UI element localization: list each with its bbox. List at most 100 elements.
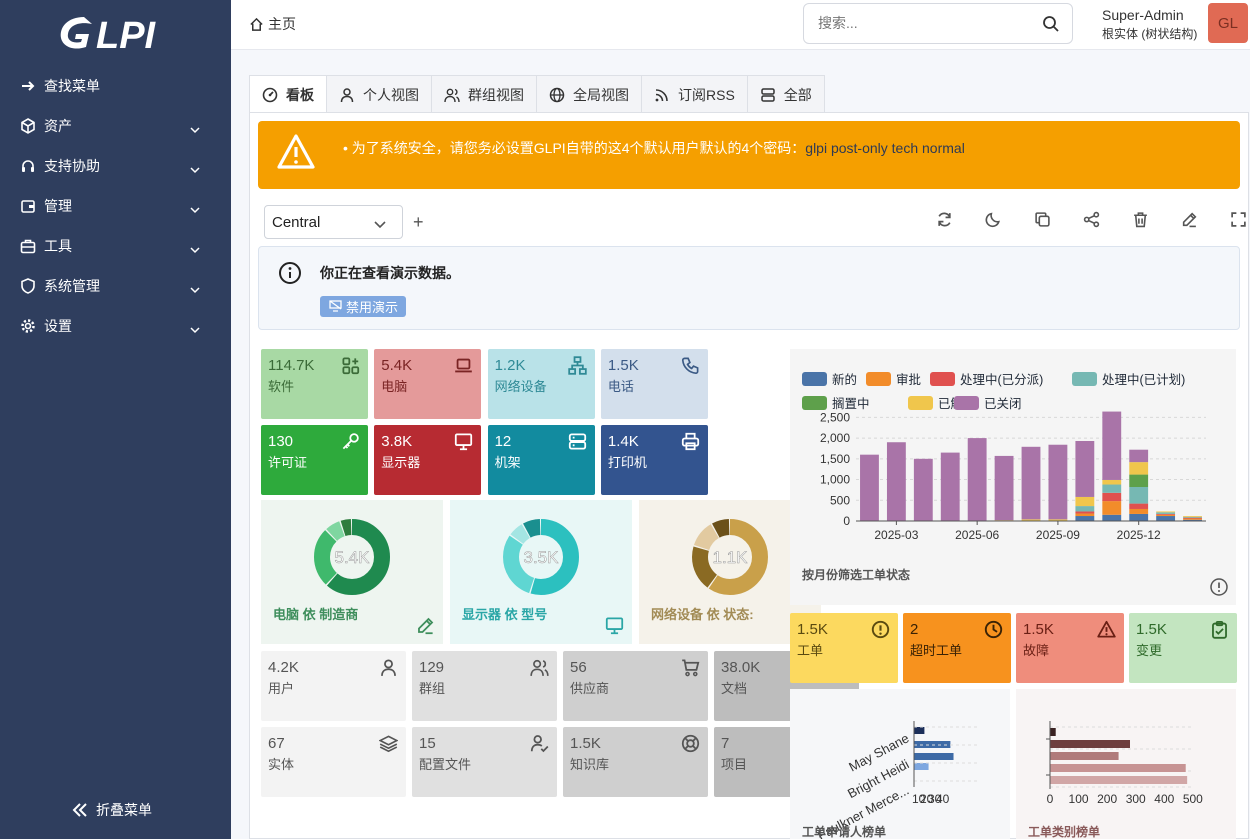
tab-6[interactable]: 全部 [746,75,825,113]
tab-3[interactable]: 群组视图 [431,75,537,113]
bar-segment[interactable] [1021,446,1041,520]
bar-segment[interactable] [1156,511,1176,513]
bar-segment[interactable] [1102,484,1122,493]
stat-card[interactable]: 12 机架 [487,424,595,495]
sidebar-item-2[interactable]: 资产 [0,106,231,146]
stat-card[interactable]: 1.5K 变更 [1129,613,1237,683]
add-dashboard-button[interactable]: + [413,212,424,233]
stat-card[interactable]: 1.5K 工单 [790,613,898,683]
share-button[interactable] [1067,211,1116,231]
bar-segment[interactable] [1183,516,1202,517]
bar-segment[interactable] [1183,516,1202,518]
bar-segment[interactable] [1129,449,1149,463]
bar-segment[interactable] [1048,444,1068,520]
bar-segment[interactable] [886,442,906,521]
tab-1[interactable]: 看板 [249,75,327,113]
bar-segment[interactable] [940,452,960,521]
bar-segment[interactable] [913,458,933,521]
bar-segment[interactable] [1129,503,1149,509]
entity-selector[interactable]: 根实体 (树状结构) [1102,25,1197,42]
bar-segment[interactable] [1156,514,1176,517]
tab-4[interactable]: 全局视图 [536,75,642,113]
donut-card[interactable]: 3.5K 显示器 依 型号 [450,500,632,644]
stat-card[interactable]: 130 许可证 [261,424,368,495]
bar-segment[interactable] [1156,512,1176,514]
stat-card[interactable]: 5.4K 电脑 [374,349,482,419]
collapse-menu-button[interactable]: 折叠菜单 [72,800,152,820]
stat-card[interactable]: 67 实体 [261,726,406,797]
hbar[interactable] [1050,776,1188,784]
hbar[interactable] [914,753,954,760]
moon-button[interactable] [969,211,1018,231]
bar-segment[interactable] [1075,440,1095,497]
bar-segment[interactable] [1183,517,1202,519]
stat-card[interactable]: 129 群组 [412,651,557,721]
hbar[interactable] [1050,728,1056,736]
bar-segment[interactable] [967,438,987,521]
bar-segment[interactable] [1129,474,1149,488]
sidebar-nav: 查找菜单 资产 支持协助 管理 工具 系统管理 设置 [0,66,231,346]
stat-card[interactable]: 1.2K 网络设备 [487,349,595,419]
bar-segment[interactable] [994,455,1014,521]
trash-button[interactable] [1116,211,1165,231]
bar-segment[interactable] [1102,479,1122,485]
tab-5[interactable]: 订阅RSS [641,75,748,113]
sidebar-item-7[interactable]: 设置 [0,306,231,346]
stat-card[interactable]: 2 超时工单 [903,613,1011,683]
glpi-logo[interactable]: LPI [56,10,166,56]
bar-segment[interactable] [1129,487,1149,504]
hbar[interactable] [1050,740,1130,748]
stat-card[interactable]: 4.2K 用户 [261,651,406,721]
hbar[interactable] [914,727,925,734]
donut-card[interactable]: 5.4K 电脑 依 制造商 [261,500,443,644]
bar-segment[interactable] [1129,508,1149,514]
sidebar-item-4[interactable]: 管理 [0,186,231,226]
sidebar-item-6[interactable]: 系统管理 [0,266,231,306]
hbar[interactable] [1050,764,1186,772]
breadcrumb[interactable]: 主页 [249,14,296,34]
refresh-button[interactable] [920,211,969,231]
edit-button[interactable] [1165,211,1214,231]
bar-segment[interactable] [1156,513,1176,515]
stat-card[interactable]: 3.8K 显示器 [374,424,482,495]
stat-card[interactable]: 1.5K 电话 [600,349,708,419]
bar-segment[interactable] [1129,513,1149,521]
help-icon[interactable] [1210,578,1228,599]
copy-button[interactable] [1018,211,1067,231]
search-icon[interactable] [1042,15,1060,36]
avatar[interactable]: GL [1208,3,1248,43]
hbar[interactable] [1050,752,1119,760]
bar-segment[interactable] [1102,492,1122,502]
bar-segment[interactable] [1129,462,1149,475]
disable-demo-button[interactable]: 禁用演示 [320,296,407,317]
fullscreen-button[interactable] [1214,211,1250,231]
sidebar-item-1[interactable]: 查找菜单 [0,66,231,106]
stat-card[interactable]: 15 配置文件 [412,726,557,797]
bar-segment[interactable] [1075,506,1095,512]
hbar[interactable] [914,763,929,770]
bar-segment[interactable] [1075,513,1095,517]
bar-segment[interactable] [860,454,879,521]
tab-2[interactable]: 个人视图 [326,75,432,113]
stat-card[interactable]: 1.5K 知识库 [563,726,708,797]
bar-segment[interactable] [1075,516,1095,521]
stat-card[interactable]: 1.5K 故障 [1016,613,1124,683]
bar-segment[interactable] [1156,516,1176,521]
bar-segment[interactable] [1075,511,1095,514]
sidebar-item-5[interactable]: 工具 [0,226,231,266]
dashboard-selector[interactable]: Central [264,205,403,239]
stat-card[interactable]: 1.4K 打印机 [600,424,708,495]
search-input[interactable] [818,15,1028,31]
stat-card[interactable]: 56 供应商 [563,651,708,721]
bar-segment[interactable] [1102,514,1122,521]
donut-total: 3.5K [524,548,560,567]
bar-segment[interactable] [1102,411,1122,480]
user-menu[interactable]: Super-Admin 根实体 (树状结构) [1102,7,1197,42]
stat-card[interactable]: 114.7K 软件 [261,349,368,419]
x-tick-label: 500 [1183,792,1203,806]
bar-segment[interactable] [1102,501,1122,515]
bar-segment[interactable] [1075,496,1095,507]
requester-bar-chart: May ShaneBright HeidiFaulkner Merce... 10… [802,721,980,839]
bar-segment[interactable] [1183,518,1202,520]
sidebar-item-3[interactable]: 支持协助 [0,146,231,186]
